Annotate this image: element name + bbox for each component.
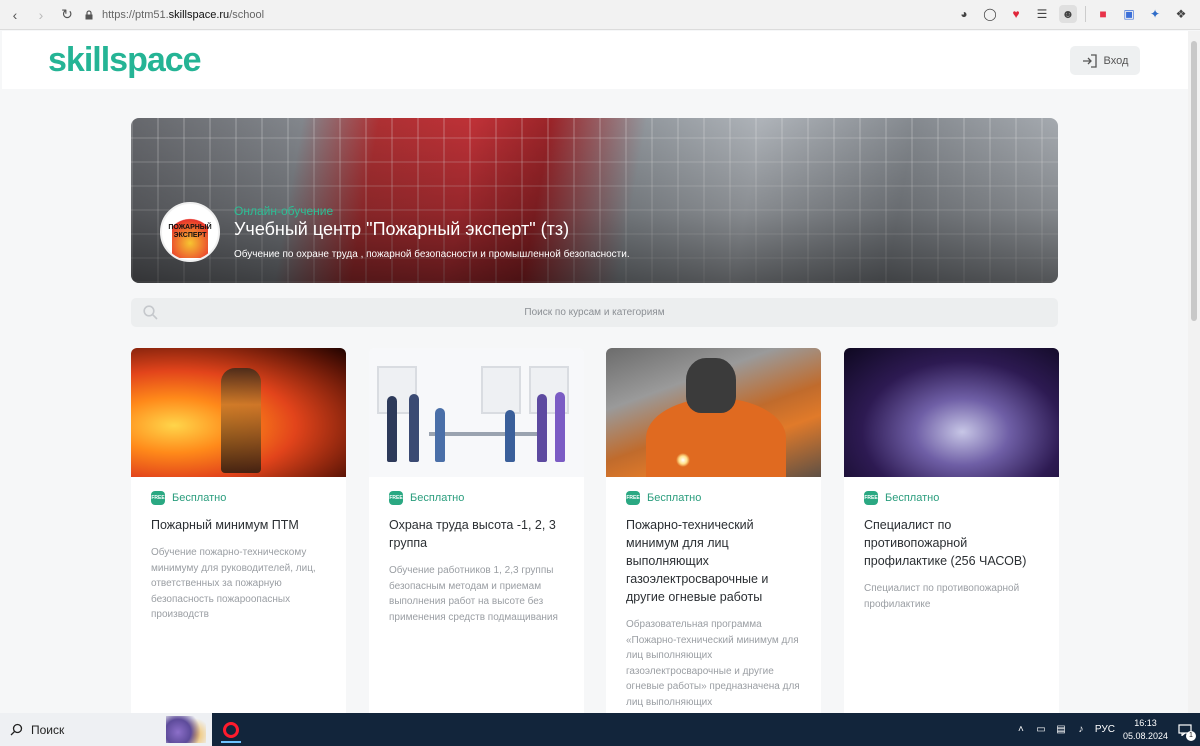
active-app-indicator — [221, 741, 241, 743]
office-table — [429, 432, 539, 436]
school-hero-banner: ПОЖАРНЫЙ ЭКСПЕРТ Онлайн-обучение Учебный… — [131, 118, 1058, 283]
site-header: skillspace Вход — [2, 31, 1188, 89]
pocket-extension-icon[interactable]: ■ — [1094, 5, 1112, 23]
price-badge: FREE Бесплатно — [389, 491, 564, 505]
heart-icon[interactable]: ♥ — [1007, 5, 1025, 23]
extension-icon[interactable]: ✦ — [1146, 5, 1164, 23]
person-figure — [555, 392, 565, 462]
course-image-smoke — [844, 348, 1059, 477]
browser-toolbar-icons: ◕ ◯ ♥ ☰ ☻ ■ ▣ ✦ ❖ — [955, 5, 1190, 23]
language-indicator[interactable]: РУС — [1095, 724, 1115, 735]
price-label: Бесплатно — [410, 492, 465, 504]
free-badge-icon: FREE — [389, 491, 403, 505]
device-icon[interactable]: ▭ — [1035, 724, 1047, 736]
school-logo-text: ПОЖАРНЫЙ ЭКСПЕРТ — [168, 224, 212, 239]
volume-icon[interactable]: ♪ — [1075, 724, 1087, 736]
lock-icon — [85, 10, 93, 20]
menu-icon[interactable]: ☰ — [1033, 5, 1051, 23]
school-logo: ПОЖАРНЫЙ ЭКСПЕРТ — [160, 202, 220, 262]
opera-icon — [223, 722, 239, 738]
login-button[interactable]: Вход — [1070, 46, 1140, 75]
course-card[interactable]: FREE Бесплатно Пожарный минимум ПТМ Обуч… — [131, 348, 346, 713]
person-figure — [387, 396, 397, 462]
taskbar-clock[interactable]: 16:13 05.08.2024 — [1123, 717, 1168, 743]
person-figure — [537, 394, 547, 462]
course-description: Обучение пожарно-техническому минимуму д… — [151, 547, 316, 620]
course-title[interactable]: Пожарно-технический минимум для лиц выпо… — [626, 516, 801, 606]
course-card[interactable]: FREE Бесплатно Пожарно-технический миним… — [606, 348, 821, 713]
course-title[interactable]: Охрана труда высота -1, 2, 3 группа — [389, 516, 564, 552]
search-input[interactable]: Поиск по курсам и категориям — [131, 307, 1058, 318]
person-figure — [409, 394, 419, 462]
price-label: Бесплатно — [647, 492, 702, 504]
chevron-up-icon[interactable]: ˄ — [1015, 724, 1027, 736]
scrollbar-thumb[interactable] — [1191, 41, 1197, 321]
search-icon — [143, 305, 158, 320]
page-scrollbar[interactable] — [1188, 31, 1200, 713]
course-card[interactable]: FREE Бесплатно Охрана труда высота -1, 2… — [369, 348, 584, 713]
welder-mask — [686, 358, 736, 413]
url-domain: skillspace.ru — [168, 9, 230, 21]
translate-extension-icon[interactable]: ▣ — [1120, 5, 1138, 23]
forward-icon[interactable]: › — [30, 4, 52, 26]
camera-icon[interactable]: ◕ — [955, 5, 973, 23]
puzzle-icon[interactable]: ❖ — [1172, 5, 1190, 23]
address-bar[interactable]: https://ptm51. skillspace.ru/school — [84, 5, 264, 25]
course-image-office — [369, 348, 584, 477]
taskbar-search-label: Поиск — [31, 722, 65, 737]
page-content: skillspace Вход ПОЖАРНЫЙ ЭКСПЕРТ Онлайн-… — [2, 31, 1188, 713]
browser-toolbar: ‹ › ↻ https://ptm51. skillspace.ru/school… — [0, 0, 1200, 30]
profile-icon[interactable]: ☻ — [1059, 5, 1077, 23]
url-prefix: https://ptm51. — [102, 9, 169, 21]
search-highlight-image — [166, 716, 206, 743]
course-description: Обучение работников 1, 2,3 группы безопа… — [389, 565, 558, 623]
url-path: /school — [229, 9, 265, 21]
reload-icon[interactable]: ↻ — [56, 4, 78, 26]
price-badge: FREE Бесплатно — [151, 491, 326, 505]
school-title: Учебный центр "Пожарный эксперт" (тз) — [234, 219, 570, 239]
person-figure — [505, 410, 515, 462]
course-card[interactable]: FREE Бесплатно Специалист по противопожа… — [844, 348, 1059, 713]
hero-kicker: Онлайн-обучение — [234, 204, 334, 218]
course-title[interactable]: Пожарный минимум ПТМ — [151, 516, 326, 534]
shield-icon[interactable]: ◯ — [981, 5, 999, 23]
free-badge-icon: FREE — [626, 491, 640, 505]
school-subtitle: Обучение по охране труда , пожарной безо… — [234, 249, 630, 260]
clock-time: 16:13 — [1134, 717, 1157, 728]
clock-date: 05.08.2024 — [1122, 730, 1168, 741]
welding-spark — [676, 453, 690, 467]
office-window — [481, 366, 521, 414]
free-badge-icon: FREE — [864, 491, 878, 505]
price-label: Бесплатно — [885, 492, 940, 504]
notification-count: 1 — [1186, 730, 1196, 741]
skillspace-logo[interactable]: skillspace — [48, 41, 202, 80]
price-badge: FREE Бесплатно — [864, 491, 1039, 505]
firefighter-figure — [221, 368, 261, 473]
system-tray: ˄ ▭ ▤ ♪ РУС 16:13 05.08.2024 1 — [1015, 713, 1196, 746]
taskbar-search[interactable]: Поиск — [0, 713, 212, 746]
login-label: Вход — [1103, 54, 1129, 67]
course-title[interactable]: Специалист по противопожарной профилакти… — [864, 516, 1039, 570]
course-description: Образовательная программа «Пожарно-техни… — [626, 619, 800, 708]
windows-taskbar: Поиск ˄ ▭ ▤ ♪ РУС 16:13 05.08.2024 1 — [0, 713, 1200, 746]
opera-taskbar-icon[interactable] — [218, 717, 244, 743]
notification-center-icon[interactable]: 1 — [1176, 721, 1196, 741]
toolbar-separator — [1085, 6, 1086, 22]
free-badge-icon: FREE — [151, 491, 165, 505]
search-icon — [10, 723, 23, 736]
login-icon — [1082, 53, 1097, 68]
price-label: Бесплатно — [172, 492, 227, 504]
back-icon[interactable]: ‹ — [4, 4, 26, 26]
course-image-firefighter — [131, 348, 346, 477]
network-icon[interactable]: ▤ — [1055, 724, 1067, 736]
price-badge: FREE Бесплатно — [626, 491, 801, 505]
course-image-welder — [606, 348, 821, 477]
course-search[interactable]: Поиск по курсам и категориям — [131, 298, 1058, 327]
course-description: Специалист по противопожарной профилакти… — [864, 583, 1020, 610]
person-figure — [435, 408, 445, 462]
